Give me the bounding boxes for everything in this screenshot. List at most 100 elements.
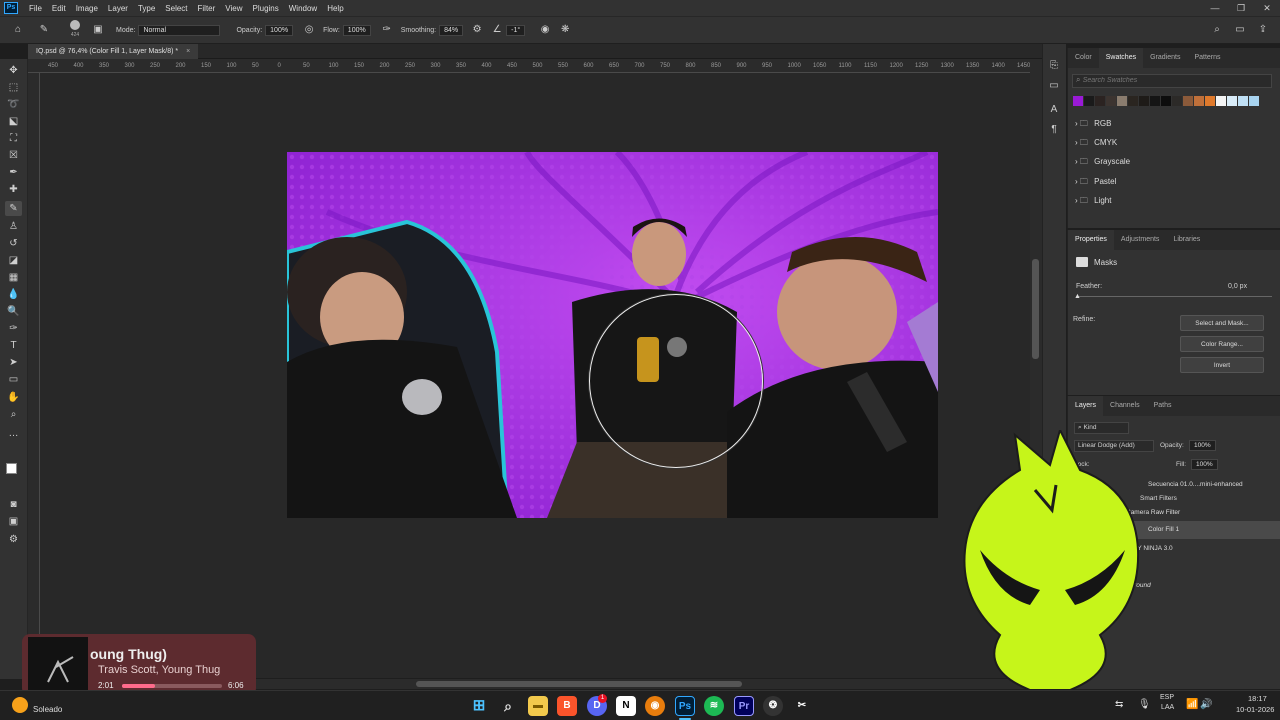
hand-tool-icon[interactable]: ✋ [5, 390, 22, 405]
document-tab[interactable]: IQ.psd @ 76,4% (Color Fill 1, Layer Mask… [28, 44, 199, 59]
clone-stamp-tool-icon[interactable]: ♙ [5, 219, 22, 234]
weather-sun-icon[interactable] [12, 697, 28, 713]
taskbar-search-icon[interactable]: ⌕ [498, 696, 518, 716]
menu-window[interactable]: Window [284, 4, 322, 13]
tab-libraries[interactable]: Libraries [1166, 230, 1207, 250]
blender-icon[interactable]: ◉ [645, 696, 665, 716]
pen-tool-icon[interactable]: ✑ [5, 321, 22, 336]
screen-mode-icon[interactable]: ▣ [5, 514, 22, 529]
brave-browser-icon[interactable]: B [557, 696, 577, 716]
premiere-icon[interactable]: Pr [734, 696, 754, 716]
search-icon[interactable]: ⌕ [1211, 24, 1223, 36]
tab-color[interactable]: Color [1068, 48, 1099, 68]
blur-tool-icon[interactable]: 💧 [5, 287, 22, 302]
eyedropper-tool-icon[interactable]: ✒ [5, 165, 22, 180]
brush-tool-icon[interactable]: ✎ [5, 201, 22, 216]
lasso-tool-icon[interactable]: ➰ [5, 97, 22, 112]
close-button[interactable]: ✕ [1254, 0, 1280, 16]
smoothing-options-gear-icon[interactable]: ⚙ [471, 24, 483, 36]
tab-channels[interactable]: Channels [1103, 396, 1147, 416]
feather-slider[interactable] [1076, 296, 1272, 297]
wifi-icon[interactable]: 📶 [1186, 699, 1198, 710]
swatch-folder-light[interactable]: › 🗀 Light [1075, 195, 1111, 209]
smoothing-field[interactable]: 84% [439, 24, 464, 36]
layer-opacity-field[interactable]: 100% [1189, 440, 1216, 451]
menu-layer[interactable]: Layer [103, 4, 133, 13]
brush-preset-picker[interactable]: 424 [66, 20, 84, 40]
color-swatch[interactable] [1172, 96, 1182, 106]
now-playing-widget[interactable]: oung Thug) Travis Scott, Young Thug 2:01… [22, 634, 256, 696]
edit-toolbar-icon[interactable]: ⚙ [5, 532, 22, 547]
brush-settings-icon[interactable]: ▣ [92, 24, 104, 36]
track-progress-bar[interactable] [122, 684, 222, 688]
color-swatch[interactable] [1227, 96, 1237, 106]
color-swatch[interactable] [1205, 96, 1215, 106]
menu-image[interactable]: Image [71, 4, 103, 13]
menu-view[interactable]: View [220, 4, 247, 13]
layer-fill-field[interactable]: 100% [1191, 459, 1218, 470]
color-swatch[interactable] [1238, 96, 1248, 106]
character-panel-icon[interactable]: A [1048, 104, 1060, 116]
paragraph-panel-icon[interactable]: ¶ [1048, 124, 1060, 136]
swatch-folder-cmyk[interactable]: › 🗀 CMYK [1075, 137, 1117, 151]
feather-slider-thumb[interactable]: ▲ [1074, 293, 1081, 300]
windows-start-icon[interactable]: ⊞ [469, 696, 489, 716]
quick-mask-icon[interactable]: ◙ [5, 497, 22, 512]
gradient-tool-icon[interactable]: ▦ [5, 270, 22, 285]
path-select-tool-icon[interactable]: ➤ [5, 355, 22, 370]
menu-edit[interactable]: Edit [47, 4, 71, 13]
airbrush-icon[interactable]: ✑ [381, 24, 393, 36]
vertical-scroll-thumb[interactable] [1032, 259, 1039, 359]
select-and-mask-button[interactable]: Select and Mask... [1180, 315, 1264, 331]
color-swatch[interactable] [1128, 96, 1138, 106]
menu-filter[interactable]: Filter [193, 4, 221, 13]
menu-select[interactable]: Select [160, 4, 192, 13]
history-brush-tool-icon[interactable]: ↺ [5, 236, 22, 251]
tab-patterns[interactable]: Patterns [1187, 48, 1227, 68]
network-icon[interactable]: ⇆ [1115, 699, 1123, 710]
tab-gradients[interactable]: Gradients [1143, 48, 1187, 68]
rectangle-tool-icon[interactable]: ▭ [5, 372, 22, 387]
crop-tool-icon[interactable]: ⛶ [5, 131, 22, 146]
minimize-button[interactable]: — [1202, 0, 1228, 16]
comments-panel-icon[interactable]: ▭ [1048, 80, 1060, 92]
color-swatch[interactable] [1095, 96, 1105, 106]
object-select-tool-icon[interactable]: ⬕ [5, 114, 22, 129]
symmetry-icon[interactable]: ❋ [559, 24, 571, 36]
tab-swatches[interactable]: Swatches [1098, 48, 1144, 68]
davinci-resolve-icon[interactable]: ❂ [763, 696, 783, 716]
more-tools-icon[interactable]: … [5, 426, 22, 441]
capcut-icon[interactable]: ✂ [792, 696, 812, 716]
brush-tool-icon[interactable]: ✎ [38, 24, 50, 36]
frame-tool-icon[interactable]: ☒ [5, 148, 22, 163]
color-range-button[interactable]: Color Range... [1180, 336, 1264, 352]
mode-select[interactable]: Normal [138, 24, 221, 36]
share-icon[interactable]: ⇪ [1257, 24, 1269, 36]
workspace-icon[interactable]: ▭ [1234, 24, 1246, 36]
notion-icon[interactable]: N [616, 696, 636, 716]
photoshop-taskbar-icon[interactable]: Ps [675, 696, 695, 716]
color-swatch[interactable] [1073, 96, 1083, 106]
color-swatch[interactable] [1139, 96, 1149, 106]
color-swatch[interactable] [1106, 96, 1116, 106]
menu-type[interactable]: Type [133, 4, 160, 13]
spotify-icon[interactable]: ≋ [704, 696, 724, 716]
color-swatch[interactable] [1194, 96, 1204, 106]
language-bottom[interactable]: LAA [1161, 704, 1174, 711]
language-top[interactable]: ESP [1160, 694, 1174, 701]
marquee-tool-icon[interactable]: ⬚ [5, 80, 22, 95]
tab-properties[interactable]: Properties [1068, 230, 1114, 250]
move-tool-icon[interactable]: ✥ [5, 63, 22, 78]
healing-tool-icon[interactable]: ✚ [5, 182, 22, 197]
color-swatch[interactable] [1216, 96, 1226, 106]
flow-field[interactable]: 100% [342, 24, 371, 36]
color-swatch[interactable] [1084, 96, 1094, 106]
opacity-field[interactable]: 100% [265, 24, 294, 36]
menu-file[interactable]: File [24, 4, 47, 13]
clock-date[interactable]: 10-01-2026 [1236, 705, 1274, 714]
color-swatch[interactable] [1161, 96, 1171, 106]
document-tab-close-icon[interactable]: × [186, 48, 190, 55]
type-tool-icon[interactable]: T [5, 338, 22, 353]
history-panel-icon[interactable]: ⎘ [1048, 60, 1060, 72]
swatch-folder-rgb[interactable]: › 🗀 RGB [1075, 118, 1111, 132]
